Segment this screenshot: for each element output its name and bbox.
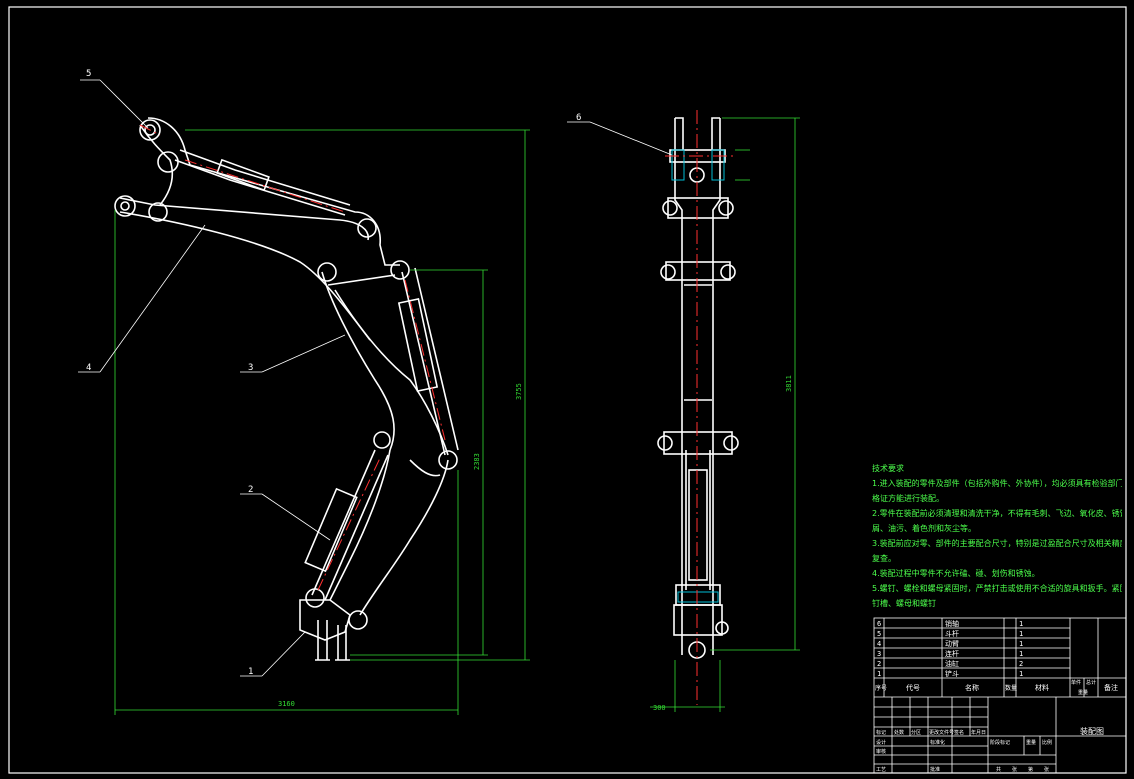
sign-label: 工艺 xyxy=(876,767,886,773)
balloon-3: 3 xyxy=(248,363,253,373)
header-material: 材料 xyxy=(1035,683,1049,692)
drawing-sheet: 5 4 3 2 1 6 3160 3755 2383 3811 300 6 5 … xyxy=(8,6,1127,774)
rev-label: 处数 xyxy=(894,729,904,736)
arm-dimension-lines xyxy=(114,129,530,715)
header-total-weight: 总计 xyxy=(1086,679,1096,686)
sheet-label: 共 xyxy=(996,766,1001,773)
bom-qty: 1 xyxy=(1019,650,1023,658)
balloon-2: 2 xyxy=(248,485,253,495)
rev-label: 年月日 xyxy=(971,729,986,736)
bom-no: 5 xyxy=(877,630,881,638)
notes-line: 钉槽、螺母和螺钉 xyxy=(872,599,936,608)
arm-front-view xyxy=(114,117,459,661)
header-unit-weight: 单件 xyxy=(1071,679,1081,686)
header-seq: 序号 xyxy=(875,684,887,692)
rev-label: 标记 xyxy=(876,729,886,736)
sign-label: 标准化 xyxy=(930,739,945,746)
notes-line: 格证方能进行装配。 xyxy=(872,494,944,503)
balloon-leaders xyxy=(78,79,673,677)
bom-name: 油缸 xyxy=(945,659,959,668)
sign-label: 批准 xyxy=(930,766,940,773)
bom-name: 销轴 xyxy=(945,619,959,628)
rev-label: 更改文件号 xyxy=(929,729,954,736)
bom-no: 2 xyxy=(877,660,881,668)
balloon-4: 4 xyxy=(86,363,91,373)
bom-qty: 1 xyxy=(1019,640,1023,648)
header-remark: 备注 xyxy=(1104,683,1118,692)
title-block xyxy=(873,617,1127,774)
rev-label: 分区 xyxy=(911,729,921,736)
bom-qty: 1 xyxy=(1019,630,1023,638)
bom-name: 动臂 xyxy=(945,639,959,648)
sheet-label: 张 xyxy=(1044,766,1049,773)
bom-no: 4 xyxy=(877,640,881,648)
stage-label: 重量 xyxy=(1026,739,1036,746)
bom-name: 斗杆 xyxy=(945,629,959,638)
dim-side-height: 3811 xyxy=(785,375,793,392)
dim-overall-height: 3755 xyxy=(515,383,523,400)
title-block-text: 6 5 4 3 2 1 销轴 斗杆 动臂 连杆 油缸 铲斗 1 1 1 1 2 … xyxy=(875,619,1118,773)
notes-line: 3.装配前应对零、部件的主要配合尺寸，特别是过盈配合尺寸及相关精度进行 xyxy=(872,539,1122,548)
sheet-label: 第 xyxy=(1028,766,1033,773)
balloon-1: 1 xyxy=(248,667,253,677)
drawing-name: 装配图 xyxy=(1080,726,1104,736)
dimension-values: 3160 3755 2383 3811 300 xyxy=(278,375,793,712)
notes-line: 1.进入装配的零件及部件（包括外购件、外协件），均必须具有检验部门的合 xyxy=(872,479,1122,488)
dim-overall-width: 3160 xyxy=(278,700,295,708)
stage-label: 比例 xyxy=(1042,739,1052,746)
rev-label: 签名 xyxy=(954,729,964,736)
arm-centerlines xyxy=(139,124,446,591)
notes-line: 4.装配过程中零件不允许磕、碰、划伤和锈蚀。 xyxy=(872,569,1040,578)
header-qty: 数量 xyxy=(1005,684,1017,692)
balloon-5: 5 xyxy=(86,69,91,79)
bom-name: 铲斗 xyxy=(945,669,959,678)
header-name: 名称 xyxy=(965,683,979,692)
header-code: 代号 xyxy=(906,683,920,692)
notes-title: 技术要求 xyxy=(872,464,904,473)
dim-side-width: 300 xyxy=(653,704,666,712)
notes-line: 2.零件在装配前必须清理和清洗干净，不得有毛刺、飞边、氧化皮、锈蚀、切 xyxy=(872,509,1122,518)
stage-label: 阶段标记 xyxy=(990,739,1010,746)
bom-qty: 1 xyxy=(1019,670,1023,678)
notes-line: 5.螺钉、螺栓和螺母紧固时，严禁打击或使用不合适的旋具和扳手。紧固后螺 xyxy=(872,584,1122,593)
bom-qty: 2 xyxy=(1019,660,1023,668)
bom-qty: 1 xyxy=(1019,620,1023,628)
notes-line: 复查。 xyxy=(872,554,896,563)
balloon-labels: 5 4 3 2 1 6 xyxy=(86,69,581,677)
balloon-6: 6 xyxy=(576,113,581,123)
dim-lower-height: 2383 xyxy=(473,453,481,470)
bom-name: 连杆 xyxy=(945,649,959,658)
sign-label: 设计 xyxy=(876,739,886,746)
notes-line: 屑、油污、着色剂和灰尘等。 xyxy=(872,524,976,533)
bom-no: 1 xyxy=(877,670,881,678)
header-weight: 重量 xyxy=(1078,689,1088,696)
bom-no: 3 xyxy=(877,650,881,658)
technical-notes: 技术要求 1.进入装配的零件及部件（包括外购件、外协件），均必须具有检验部门的合… xyxy=(872,461,1122,611)
sheet-label: 张 xyxy=(1012,766,1017,773)
sign-label: 审核 xyxy=(876,748,886,755)
bom-no: 6 xyxy=(877,620,881,628)
arm-side-view xyxy=(657,117,739,659)
